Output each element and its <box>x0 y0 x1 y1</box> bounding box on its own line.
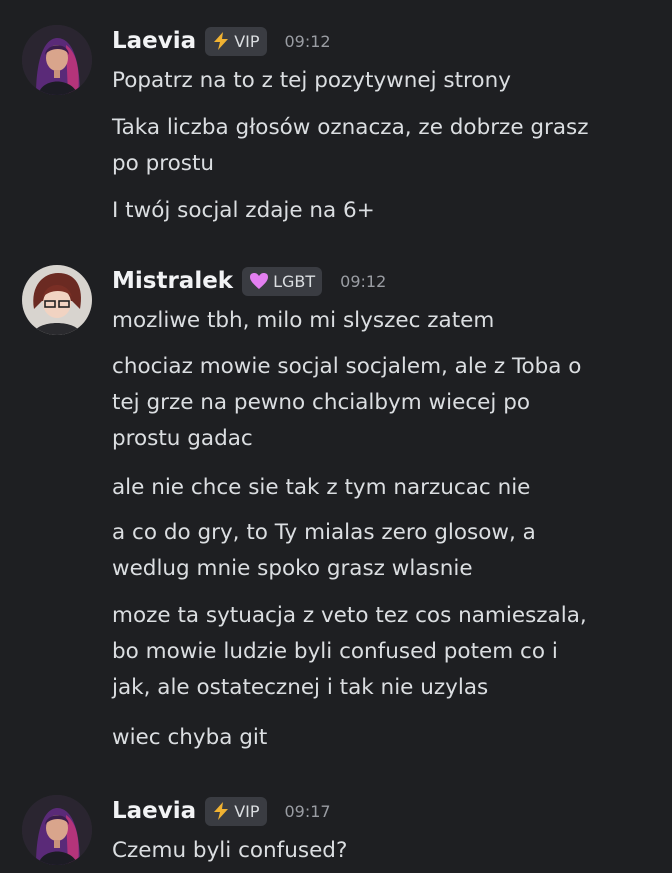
message-text: Czemu byli confused? <box>112 833 648 869</box>
message-line: bo mowie ludzie byli confused potem co i <box>112 639 558 664</box>
message-line: a co do gry, to Ty mialas zero glosow, a <box>112 520 536 545</box>
message-line: Popatrz na to z tej pozytywnej strony <box>112 68 511 93</box>
message-text: Popatrz na to z tej pozytywnej strony <box>112 63 648 99</box>
lightning-icon <box>212 31 230 51</box>
pink-heart-icon <box>249 272 269 290</box>
message-line: wiec chyba git <box>112 725 268 750</box>
message-line: tej grze na pewno chcialbym wiecej po <box>112 390 530 415</box>
message-text: ale nie chce sie tak z tym narzucac nie <box>112 470 648 506</box>
role-badge-vip[interactable]: VIP <box>205 26 267 56</box>
message-line: ale nie chce sie tak z tym narzucac nie <box>112 475 531 500</box>
message-line: Czemu byli confused? <box>112 838 348 863</box>
avatar-mistralek[interactable] <box>22 265 92 335</box>
timestamp: 09:12 <box>284 31 331 51</box>
message-header: Laevia VIP 09:17 <box>112 795 331 827</box>
message-line: mozliwe tbh, milo mi slyszec zatem <box>112 308 495 333</box>
role-badge-label: VIP <box>234 801 260 821</box>
avatar-image <box>22 265 92 335</box>
message-header: Mistralek LGBT 09:12 <box>112 265 386 297</box>
role-badge-label: VIP <box>234 31 260 51</box>
message-line: po prostu <box>112 151 215 176</box>
avatar-image <box>22 795 92 865</box>
message-text: mozliwe tbh, milo mi slyszec zatem <box>112 303 648 339</box>
lightning-icon <box>212 801 230 821</box>
username[interactable]: Mistralek <box>112 268 233 294</box>
message-line: moze ta sytuacja z veto tez cos namiesza… <box>112 603 587 628</box>
message-text: a co do gry, to Ty mialas zero glosow, a… <box>112 515 648 587</box>
role-badge-label: LGBT <box>273 271 316 291</box>
message-text: moze ta sytuacja z veto tez cos namiesza… <box>112 598 648 706</box>
message-text: wiec chyba git <box>112 720 648 756</box>
message-line: prostu gadac <box>112 426 253 451</box>
avatar-laevia[interactable] <box>22 795 92 865</box>
message-text: I twój socjal zdaje na 6+ <box>112 193 648 229</box>
username[interactable]: Laevia <box>112 28 196 54</box>
timestamp: 09:17 <box>284 801 331 821</box>
message-line: wedlug mnie spoko grasz wlasnie <box>112 556 473 581</box>
role-badge-lgbt[interactable]: LGBT <box>242 266 323 296</box>
avatar-image <box>22 25 92 95</box>
timestamp: 09:12 <box>340 271 387 291</box>
message-line: jak, ale ostatecznej i tak nie uzylas <box>112 675 489 700</box>
role-badge-vip[interactable]: VIP <box>205 796 267 826</box>
message-text: chociaz mowie socjal socjalem, ale z Tob… <box>112 349 648 457</box>
message-line: I twój socjal zdaje na 6+ <box>112 198 375 223</box>
username[interactable]: Laevia <box>112 798 196 824</box>
message-header: Laevia VIP 09:12 <box>112 25 331 57</box>
message-line: Taka liczba głosów oznacza, ze dobrze gr… <box>112 115 589 140</box>
message-line: chociaz mowie socjal socjalem, ale z Tob… <box>112 354 582 379</box>
avatar-laevia[interactable] <box>22 25 92 95</box>
message-text: Taka liczba głosów oznacza, ze dobrze gr… <box>112 110 648 182</box>
